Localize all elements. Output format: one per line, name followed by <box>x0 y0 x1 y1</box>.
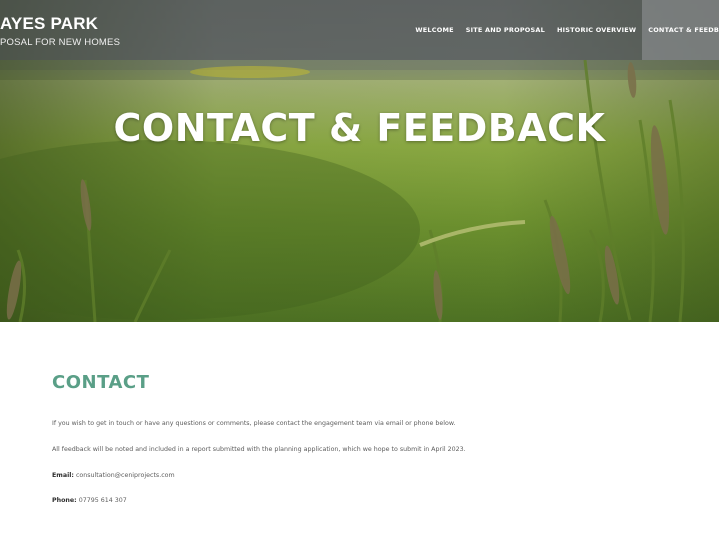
phone-label: Phone: <box>52 497 77 504</box>
email-link[interactable]: consultation@ceniprojects.com <box>76 472 175 479</box>
intro-paragraph: If you wish to get in touch or have any … <box>52 420 456 427</box>
main-menu: WELCOME SITE AND PROPOSAL HISTORIC OVERV… <box>409 0 719 60</box>
nav-welcome[interactable]: WELCOME <box>409 0 459 60</box>
nav-contact-feedback[interactable]: CONTACT & FEEDB <box>642 0 719 60</box>
navigation-bar: AYES PARK POSAL FOR NEW HOMES WELCOME SI… <box>0 0 719 60</box>
site-title[interactable]: AYES PARK <box>0 14 98 34</box>
page-title: CONTACT & FEEDBACK <box>113 106 606 150</box>
nav-site-and-proposal[interactable]: SITE AND PROPOSAL <box>460 0 551 60</box>
hero-banner: AYES PARK POSAL FOR NEW HOMES WELCOME SI… <box>0 0 719 322</box>
email-label: Email: <box>52 472 74 479</box>
email-line: Email: consultation@ceniprojects.com <box>52 472 175 479</box>
nav-historic-overview[interactable]: HISTORIC OVERVIEW <box>551 0 642 60</box>
feedback-paragraph: All feedback will be noted and included … <box>52 446 466 453</box>
contact-section: CONTACT <box>52 372 672 393</box>
section-heading: CONTACT <box>52 372 150 393</box>
site-subtitle: POSAL FOR NEW HOMES <box>0 37 121 48</box>
phone-number[interactable]: 07795 614 307 <box>79 497 127 504</box>
phone-line: Phone: 07795 614 307 <box>52 497 127 504</box>
